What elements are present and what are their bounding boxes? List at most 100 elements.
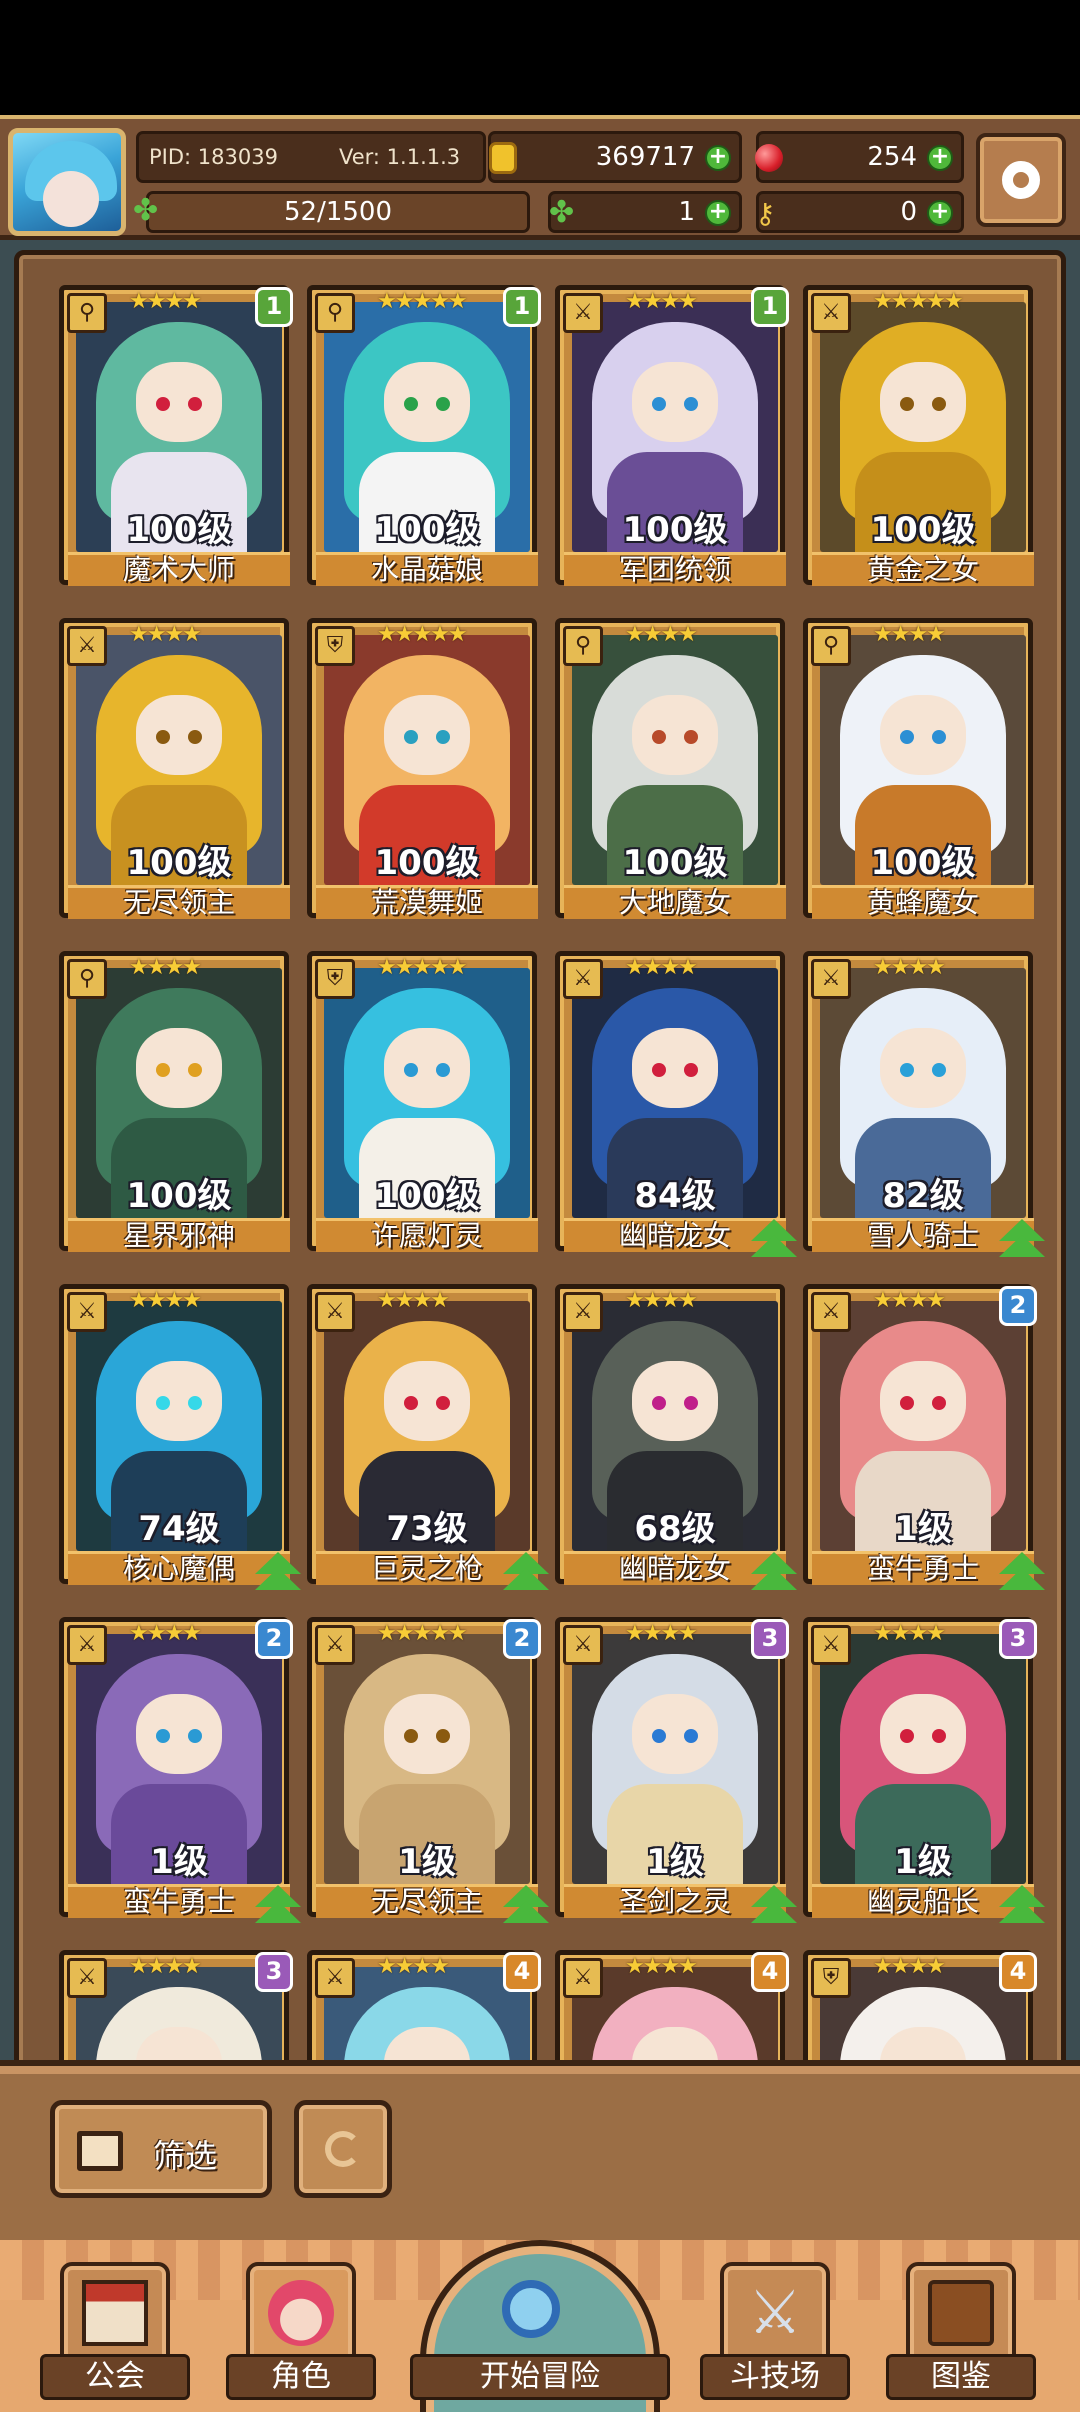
card-name: 黄蜂魔女	[812, 885, 1034, 919]
character-card[interactable]: ⚔ ★★★★ 3	[59, 1950, 293, 2075]
clover-icon: ✤	[133, 193, 159, 228]
clover-amount: 1	[678, 197, 695, 227]
character-card[interactable]: 100级 无尽领主 ⚔ ★★★★	[59, 618, 290, 928]
card-name: 大地魔女	[564, 885, 786, 919]
add-gems-button[interactable]: +	[927, 145, 953, 171]
card-name: 许愿灯灵	[316, 1218, 538, 1252]
character-card[interactable]: 100级 许愿灯灵 ⛨ ★★★★★	[307, 951, 538, 1261]
star-rating: ★★★★	[129, 622, 202, 647]
card-level: 1级	[398, 1842, 456, 1882]
awaken-badge: 2	[503, 1619, 541, 1659]
character-panel: 100级 魔术大师 ⚲ ★★★★ 1 100级 水晶菇娘 ⚲ ★★★★★ 1 100级 军团统领 ⚔ ★★…	[0, 240, 1080, 2075]
character-card[interactable]: 100级 军团统领 ⚔ ★★★★ 1	[555, 285, 789, 595]
star-rating: ★★★★	[873, 622, 946, 647]
stamina-panel: ✤ 52/1500	[133, 191, 530, 233]
grid-icon	[77, 2131, 123, 2171]
awaken-badge: 1	[751, 287, 789, 327]
card-name: 黄金之女	[812, 552, 1034, 586]
character-card[interactable]: 82级 雪人骑士 ⚔ ★★★★	[803, 951, 1045, 1261]
nav-guild-label: 公会	[40, 2354, 190, 2400]
card-level: 1级	[150, 1842, 208, 1882]
sword-icon: ⚔	[811, 293, 851, 333]
card-level: 100级	[374, 843, 480, 883]
card-level: 1级	[894, 1509, 952, 1549]
book-icon	[928, 2280, 994, 2346]
star-rating: ★★★★	[377, 1954, 450, 1979]
character-card[interactable]: 1级 幽灵船长 ⚔ ★★★★ 3	[803, 1617, 1045, 1927]
star-rating: ★★★★★	[377, 289, 468, 314]
character-card[interactable]: 100级 魔术大师 ⚲ ★★★★ 1	[59, 285, 293, 595]
character-grid[interactable]: 100级 魔术大师 ⚲ ★★★★ 1 100级 水晶菇娘 ⚲ ★★★★★ 1 100级 军团统领 ⚔ ★★…	[59, 285, 1059, 2075]
character-card[interactable]: 1级 蛮牛勇士 ⚔ ★★★★ 2	[59, 1617, 301, 1927]
nav-arena[interactable]: ⚔ 斗技场	[700, 2262, 850, 2412]
wand-icon: ⚲	[563, 626, 603, 666]
character-card[interactable]: ⚔ ★★★★ 4	[555, 1950, 789, 2075]
character-card[interactable]: 1级 圣剑之灵 ⚔ ★★★★ 3	[555, 1617, 797, 1927]
character-card[interactable]: 100级 黄蜂魔女 ⚲ ★★★★	[803, 618, 1034, 928]
level-up-arrow-icon	[999, 1219, 1045, 1259]
settings-button[interactable]	[976, 133, 1066, 227]
star-rating: ★★★★★	[377, 1621, 468, 1646]
level-up-arrow-icon	[999, 1552, 1045, 1592]
card-level: 84级	[634, 1176, 716, 1216]
sword-icon: ⚔	[811, 1625, 851, 1665]
character-card[interactable]: ⛨ ★★★★ 4	[803, 1950, 1037, 2075]
gear-icon	[1002, 161, 1040, 199]
card-level: 100级	[622, 843, 728, 883]
awaken-badge: 3	[751, 1619, 789, 1659]
star-rating: ★★★★	[129, 1288, 202, 1313]
character-card[interactable]: 1级 蛮牛勇士 ⚔ ★★★★ 2	[803, 1284, 1045, 1594]
character-card[interactable]: 68级 幽暗龙女 ⚔ ★★★★	[555, 1284, 797, 1594]
star-rating: ★★★★	[129, 289, 202, 314]
add-keys-button[interactable]: +	[927, 200, 953, 226]
start-adventure-button[interactable]: 开始冒险	[410, 2240, 670, 2412]
character-card[interactable]: 74级 核心魔偶 ⚔ ★★★★	[59, 1284, 301, 1594]
character-card[interactable]: 100级 水晶菇娘 ⚲ ★★★★★ 1	[307, 285, 541, 595]
card-name: 魔术大师	[68, 552, 290, 586]
character-card[interactable]: 73级 巨灵之枪 ⚔ ★★★★	[307, 1284, 549, 1594]
nav-arena-label: 斗技场	[700, 2354, 850, 2400]
sword-icon: ⚔	[67, 1958, 107, 1998]
sword-icon: ⚔	[67, 1625, 107, 1665]
shield-icon: ⛨	[315, 959, 355, 999]
awaken-badge: 4	[999, 1952, 1037, 1992]
character-card[interactable]: ⚔ ★★★★ 4	[307, 1950, 541, 2075]
gold-panel: 369717 +	[488, 131, 742, 183]
stamina-value: 52/1500	[283, 197, 392, 227]
star-rating: ★★★★	[377, 1288, 450, 1313]
filter-bar: 筛选	[0, 2060, 1080, 2240]
card-level: 100级	[126, 1176, 232, 1216]
character-card[interactable]: 100级 荒漠舞姬 ⛨ ★★★★★	[307, 618, 538, 928]
star-rating: ★★★★	[625, 289, 698, 314]
card-name: 军团统领	[564, 552, 786, 586]
star-rating: ★★★★	[625, 1288, 698, 1313]
nav-codex-label: 图鉴	[886, 2354, 1036, 2400]
awaken-badge: 4	[503, 1952, 541, 1992]
character-card[interactable]: 100级 黄金之女 ⚔ ★★★★★	[803, 285, 1034, 595]
star-rating: ★★★★	[129, 1954, 202, 1979]
card-level: 100级	[374, 510, 480, 550]
character-icon	[268, 2280, 334, 2346]
filter-button[interactable]: 筛选	[50, 2100, 272, 2198]
nav-guild[interactable]: 公会	[40, 2262, 190, 2412]
card-level: 82级	[882, 1176, 964, 1216]
nav-codex[interactable]: 图鉴	[886, 2262, 1036, 2412]
card-name: 无尽领主	[68, 885, 290, 919]
sword-icon: ⚔	[563, 1292, 603, 1332]
character-card[interactable]: 100级 大地魔女 ⚲ ★★★★	[555, 618, 786, 928]
character-card[interactable]: 84级 幽暗龙女 ⚔ ★★★★	[555, 951, 797, 1261]
sword-icon: ⚔	[315, 1625, 355, 1665]
wand-icon: ⚲	[67, 959, 107, 999]
card-level: 73级	[386, 1509, 468, 1549]
add-clover-button[interactable]: +	[705, 200, 731, 226]
version-label: Ver: 1.1.1.3	[339, 145, 461, 169]
sword-icon: ⚔	[563, 293, 603, 333]
nav-character[interactable]: 角色	[226, 2262, 376, 2412]
character-card[interactable]: 100级 星界邪神 ⚲ ★★★★	[59, 951, 290, 1261]
character-card[interactable]: 1级 无尽领主 ⚔ ★★★★★ 2	[307, 1617, 549, 1927]
player-avatar[interactable]	[8, 128, 126, 236]
keys-panel: ⚷ 0 +	[755, 191, 964, 233]
add-gold-button[interactable]: +	[705, 145, 731, 171]
refresh-button[interactable]	[294, 2100, 392, 2198]
star-rating: ★★★★★	[873, 289, 964, 314]
